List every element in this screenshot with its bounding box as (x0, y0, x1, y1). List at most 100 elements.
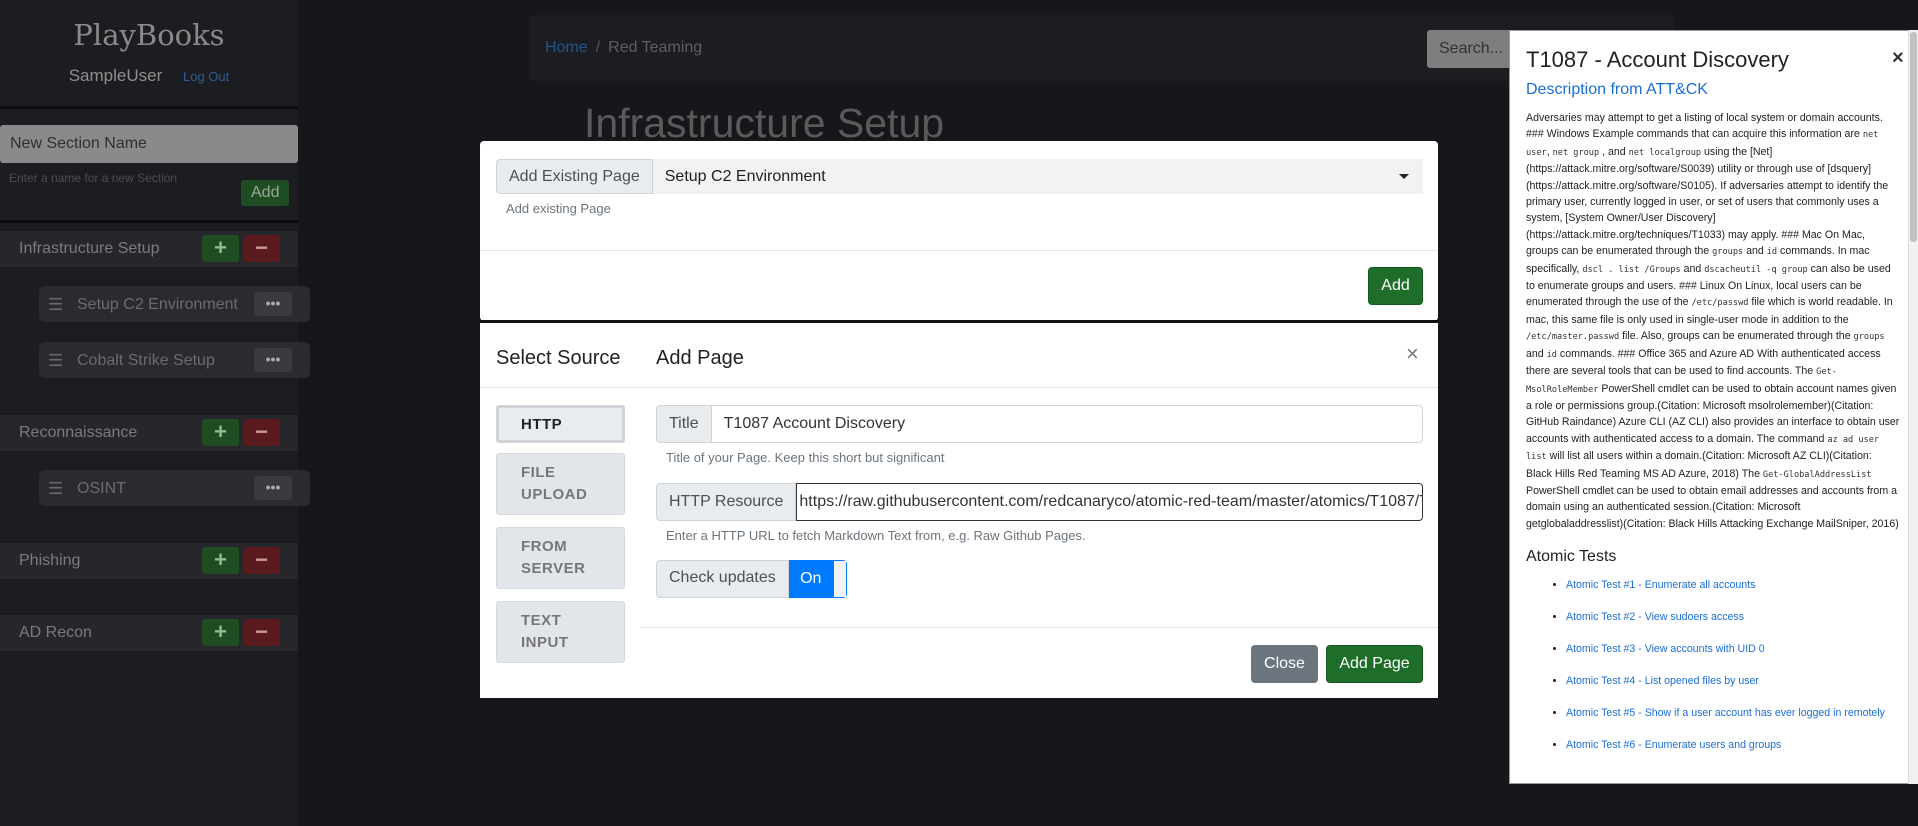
existing-page-help: Add existing Page (506, 201, 611, 216)
sidebar-divider (0, 106, 298, 109)
existing-page-select[interactable]: Setup C2 Environment (652, 159, 1423, 194)
section-reconnaissance[interactable]: Reconnaissance + − (0, 415, 298, 451)
existing-page-selected: Setup C2 Environment (664, 168, 826, 185)
delete-section-button[interactable]: − (243, 235, 280, 262)
breadcrumb-home-link[interactable]: Home (545, 39, 588, 56)
existing-page-label: Add Existing Page (496, 159, 653, 194)
delete-section-button[interactable]: − (243, 619, 280, 646)
description-text: and (1680, 262, 1705, 275)
title-label: Title (656, 405, 712, 443)
preview-panel: T1087 - Account Discovery × Description … (1509, 30, 1918, 784)
atomic-tests-list: Atomic Test #1 - Enumerate all accounts … (1566, 577, 1896, 768)
atomic-test-link[interactable]: Atomic Test #5 - Show if a user account … (1566, 707, 1885, 719)
inline-code: net group (1552, 147, 1600, 158)
description-text: PowerShell cmdlet can be used to obtain … (1526, 484, 1899, 530)
toggle-knob (832, 561, 846, 597)
http-field-group: HTTP Resource https://raw.githubusercont… (656, 483, 1423, 521)
inline-code: id (1766, 247, 1778, 258)
atomic-test-link[interactable]: Atomic Test #6 - Enumerate users and gro… (1566, 739, 1781, 751)
source-from-server-button[interactable]: FROM SERVER (496, 527, 625, 589)
list-item: Atomic Test #1 - Enumerate all accounts (1566, 577, 1896, 593)
source-text-input-button[interactable]: TEXT INPUT (496, 601, 625, 663)
add-page-plus-button[interactable]: + (202, 547, 239, 574)
inline-code: groups (1853, 332, 1885, 343)
page-item-label: Setup C2 Environment (77, 296, 238, 313)
http-help: Enter a HTTP URL to fetch Markdown Text … (666, 528, 1086, 543)
add-page-button[interactable]: Add Page (1326, 645, 1423, 683)
add-page-plus-button[interactable]: + (202, 419, 239, 446)
section-ad-recon[interactable]: AD Recon + − (0, 615, 298, 651)
inline-code: /etc/master.passwd (1526, 332, 1620, 343)
atomic-test-link[interactable]: Atomic Test #4 - List opened files by us… (1566, 675, 1759, 687)
close-button[interactable]: Close (1251, 645, 1318, 683)
inline-code: dscl . list /Groups (1582, 264, 1681, 275)
breadcrumb-current: Red Teaming (608, 39, 703, 56)
section-infrastructure-setup[interactable]: Infrastructure Setup + − (0, 231, 298, 267)
add-section-button[interactable]: Add (241, 180, 290, 206)
check-updates-toggle[interactable]: On (788, 560, 847, 598)
add-page-heading: Add Page (656, 347, 744, 369)
existing-page-group: Add Existing Page Setup C2 Environment (496, 159, 1423, 194)
inline-code: /etc/passwd (1691, 298, 1749, 309)
modal-divider (480, 387, 1438, 388)
title-help: Title of your Page. Keep this short but … (666, 450, 945, 465)
description-text: using the [Net](https://attack.mitre.org… (1526, 145, 1889, 258)
add-page-plus-button[interactable]: + (202, 619, 239, 646)
http-resource-input[interactable]: https://raw.githubusercontent.com/redcan… (796, 483, 1423, 521)
section-label: Phishing (19, 552, 81, 569)
user-line: SampleUser Log Out (0, 66, 298, 86)
logout-link[interactable]: Log Out (183, 69, 229, 84)
panel-description: Adversaries may attempt to get a listing… (1526, 110, 1900, 532)
page-options-button[interactable]: ••• (254, 476, 292, 500)
page-options-button[interactable]: ••• (254, 348, 292, 372)
title-input[interactable]: T1087 Account Discovery (711, 405, 1423, 443)
delete-section-button[interactable]: − (243, 547, 280, 574)
toggle-on-label: On (788, 561, 833, 597)
atomic-test-link[interactable]: Atomic Test #1 - Enumerate all accounts (1566, 579, 1755, 591)
sidebar: PlayBooks SampleUser Log Out New Section… (0, 0, 310, 826)
check-updates-label: Check updates (656, 560, 789, 598)
description-text: Adversaries may attempt to get a listing… (1526, 112, 1883, 141)
atomic-tests-heading: Atomic Tests (1526, 548, 1617, 565)
list-item: Atomic Test #6 - Enumerate users and gro… (1566, 737, 1896, 753)
page-item-osint[interactable]: ☰ OSINT ••• (39, 470, 310, 506)
drag-handle-icon[interactable]: ☰ (48, 479, 63, 499)
page-item-label: OSINT (77, 480, 126, 497)
breadcrumb-separator: / (595, 39, 601, 56)
page-item-cobalt-strike[interactable]: ☰ Cobalt Strike Setup ••• (39, 342, 310, 378)
inline-code: net localgroup (1628, 147, 1702, 158)
add-page-plus-button[interactable]: + (202, 235, 239, 262)
inline-code: groups (1712, 247, 1744, 258)
drag-handle-icon[interactable]: ☰ (48, 295, 63, 315)
source-http-button[interactable]: HTTP (496, 405, 625, 443)
panel-title: T1087 - Account Discovery (1526, 47, 1789, 72)
delete-section-button[interactable]: − (243, 419, 280, 446)
section-label: Infrastructure Setup (19, 240, 160, 257)
page-options-button[interactable]: ••• (254, 292, 292, 316)
page-title: Infrastructure Setup (584, 100, 945, 146)
chevron-down-icon (1399, 174, 1409, 179)
atomic-test-link[interactable]: Atomic Test #3 - View accounts with UID … (1566, 643, 1765, 655)
add-existing-button[interactable]: Add (1368, 267, 1423, 305)
close-icon[interactable]: × (1892, 47, 1904, 70)
close-icon[interactable]: × (1406, 341, 1419, 367)
list-item: Atomic Test #3 - View accounts with UID … (1566, 641, 1896, 657)
list-item: Atomic Test #4 - List opened files by us… (1566, 673, 1896, 689)
drag-handle-icon[interactable]: ☰ (48, 351, 63, 371)
list-item: Atomic Test #2 - View sudoers access (1566, 609, 1896, 625)
select-source-heading: Select Source (496, 347, 621, 369)
scrollbar-thumb[interactable] (1910, 32, 1917, 242)
inline-code: Get-GlobalAddressList (1762, 469, 1872, 480)
new-section-input[interactable]: New Section Name (0, 125, 298, 163)
description-text: and (1526, 347, 1547, 360)
add-page-modal: Select Source Add Page × HTTP FILE UPLOA… (480, 320, 1438, 698)
description-text: , and (1599, 145, 1629, 158)
section-phishing[interactable]: Phishing + − (0, 543, 298, 579)
page-item-setup-c2[interactable]: ☰ Setup C2 Environment ••• (39, 286, 310, 322)
section-label: AD Recon (19, 624, 92, 641)
panel-scrollbar[interactable] (1908, 30, 1918, 784)
source-file-upload-button[interactable]: FILE UPLOAD (496, 453, 625, 515)
inline-code: id (1546, 349, 1557, 360)
atomic-test-link[interactable]: Atomic Test #2 - View sudoers access (1566, 611, 1744, 623)
title-field-group: Title T1087 Account Discovery (656, 405, 1423, 443)
